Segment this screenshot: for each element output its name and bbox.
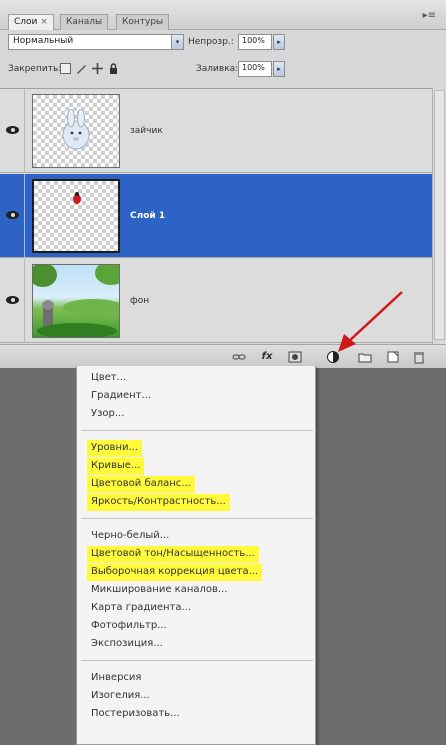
lock-all-icon[interactable]: [108, 63, 119, 74]
fill-label: Заливка:: [196, 64, 239, 74]
blend-mode-value: Нормальный: [13, 36, 74, 46]
menu-item-black-white[interactable]: Черно-белый...: [87, 528, 173, 545]
menu-item-color[interactable]: Цвет...: [87, 370, 130, 387]
visibility-eye-icon[interactable]: [6, 295, 20, 305]
layer-name[interactable]: Слой 1: [130, 211, 165, 221]
menu-item-brightness-contrast[interactable]: Яркость/Контрастность...: [87, 494, 230, 511]
blend-mode-dropdown[interactable]: Нормальный ▾: [8, 34, 184, 50]
fill-slider-icon[interactable]: ▸: [273, 61, 285, 77]
mask-icon[interactable]: [288, 350, 302, 364]
layer-thumbnail: [32, 179, 120, 253]
lock-row: Закрепить: Заливка: 100% ▸: [0, 58, 446, 80]
bunny-image: [62, 109, 90, 150]
tab-paths[interactable]: Контуры: [116, 14, 170, 30]
menu-item-selective-color[interactable]: Выборочная коррекция цвета...: [87, 564, 263, 581]
layer-row-layer1[interactable]: Слой 1: [0, 174, 432, 258]
panel-tabbar: Слои × Каналы Контуры ▸≡: [0, 0, 446, 30]
menu-item-gradient-map[interactable]: Карта градиента...: [87, 600, 195, 617]
menu-item-curves[interactable]: Кривые...: [87, 458, 145, 475]
layer-scrollbar[interactable]: [432, 88, 446, 344]
menu-item-exposure[interactable]: Экспозиция...: [87, 636, 167, 653]
lock-move-icon[interactable]: [92, 63, 103, 74]
fx-icon[interactable]: fx: [260, 350, 274, 364]
menu-item-photo-filter[interactable]: Фотофильтр...: [87, 618, 171, 635]
lock-paint-icon[interactable]: [76, 63, 87, 74]
tab-layers[interactable]: Слои ×: [8, 14, 54, 30]
menu-item-hue-saturation[interactable]: Цветовой тон/Насыщенность...: [87, 546, 259, 563]
scrollbar-thumb[interactable]: [434, 90, 445, 340]
opacity-slider-icon[interactable]: ▸: [273, 34, 285, 50]
layer-thumbnail: [32, 94, 120, 168]
divider: [24, 259, 25, 343]
menu-item-channel-mixer[interactable]: Микширование каналов...: [87, 582, 231, 599]
menu-item-gradient[interactable]: Градиент...: [87, 388, 155, 405]
opacity-input[interactable]: 100%: [238, 34, 272, 50]
menu-item-levels[interactable]: Уровни...: [87, 440, 143, 457]
panel-menu-icon[interactable]: ▸≡: [423, 10, 436, 21]
menu-item-pattern[interactable]: Узор...: [87, 406, 128, 423]
tab-channels-label: Каналы: [66, 17, 103, 27]
menu-divider: [81, 660, 313, 661]
tab-paths-label: Контуры: [122, 17, 164, 27]
opacity-label: Непрозр.:: [188, 37, 234, 47]
layer-name[interactable]: фон: [130, 296, 149, 306]
visibility-eye-icon[interactable]: [6, 210, 20, 220]
lock-label: Закрепить:: [8, 64, 62, 74]
layer-thumbnail: [32, 264, 120, 338]
layer-name[interactable]: зайчик: [130, 126, 163, 136]
blend-row: Нормальный ▾ Непрозр.: 100% ▸: [0, 31, 446, 53]
meadow-details: [33, 265, 119, 337]
fill-input[interactable]: 100%: [238, 61, 272, 77]
chevron-down-icon: ▾: [171, 35, 183, 49]
menu-item-posterize[interactable]: Постеризовать...: [87, 706, 184, 723]
menu-item-color-balance[interactable]: Цветовой баланс...: [87, 476, 195, 493]
layer-row-bunny[interactable]: зайчик: [0, 89, 432, 173]
adjustment-layer-menu: Цвет... Градиент... Узор... Уровни... Кр…: [76, 366, 316, 745]
visibility-eye-icon[interactable]: [6, 125, 20, 135]
lock-transparency-icon[interactable]: [60, 63, 71, 74]
tab-layers-label: Слои: [14, 17, 38, 27]
menu-divider: [81, 518, 313, 519]
divider: [24, 89, 25, 173]
link-icon[interactable]: [232, 350, 246, 364]
menu-divider: [81, 430, 313, 431]
menu-item-invert[interactable]: Инверсия: [87, 670, 145, 687]
divider: [24, 174, 25, 258]
trash-icon[interactable]: [412, 350, 426, 364]
annotation-arrow-icon: [338, 291, 403, 352]
menu-item-threshold[interactable]: Изогелия...: [87, 688, 154, 705]
ladybug-image: [73, 192, 81, 204]
tab-channels[interactable]: Каналы: [60, 14, 109, 30]
tab-close-icon[interactable]: ×: [40, 17, 48, 27]
